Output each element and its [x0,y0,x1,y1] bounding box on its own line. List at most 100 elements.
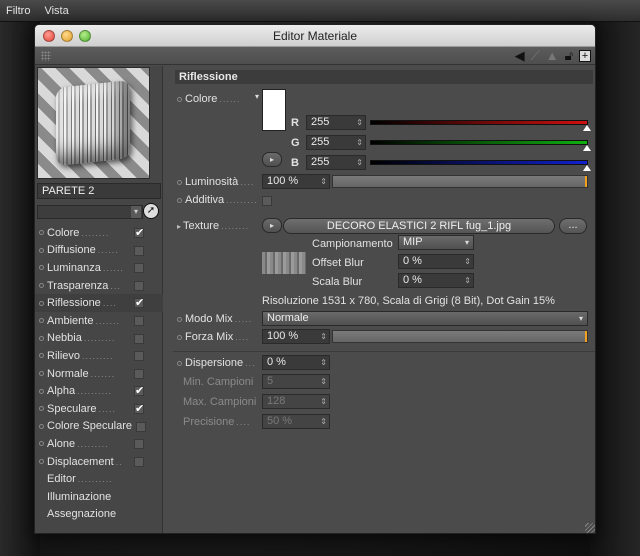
channel-checkbox[interactable]: ✔ [134,386,144,397]
mix-strength-input[interactable]: 100 % ⇕ [262,329,330,344]
blue-slider[interactable] [370,160,588,165]
texture-file-button[interactable]: DECORO ELASTICI 2 RIFL fug_1.jpg [283,218,555,234]
channel-item-alpha[interactable]: Alpha.......... ✔ [35,382,163,400]
channel-item-normale[interactable]: Normale....... [35,365,163,383]
dispersion-row: Dispersione... [177,357,256,369]
menu-filtro[interactable]: Filtro [6,5,30,17]
r-value: 255 [311,116,330,128]
channel-item-alone[interactable]: Alone......... [35,435,163,453]
slider-handle[interactable] [585,176,587,187]
scale-blur-input[interactable]: 0 % ⇕ [398,273,474,288]
red-slider[interactable] [370,120,588,125]
channel-checkbox[interactable] [134,439,144,450]
channel-checkbox[interactable] [134,263,144,274]
slider-handle-icon[interactable] [583,125,591,131]
channel-dot [39,388,44,394]
channel-checkbox[interactable] [134,245,144,256]
window-titlebar[interactable]: Editor Materiale [35,25,595,47]
texture-browse-button[interactable]: ... [559,218,587,234]
dispersion-input[interactable]: 0 % ⇕ [262,355,330,370]
channel-checkbox[interactable]: ✔ [134,298,144,309]
section-item-assegnazione[interactable]: Assegnazione [35,506,163,524]
spinner-icon[interactable]: ⇕ [464,274,471,287]
brightness-slider[interactable] [332,175,588,188]
spinner-icon[interactable]: ⇕ [356,156,363,169]
dot-leader: ... [110,280,121,291]
color-expand-button[interactable]: ▸ [262,152,282,167]
channel-item-speculare[interactable]: Speculare..... ✔ [35,400,163,418]
channel-item-diffusione[interactable]: Diffusione...... [35,242,163,260]
slider-handle-icon[interactable] [583,165,591,171]
max-samples-label: Max. Campioni [183,396,257,408]
arrow-diagonal-icon[interactable]: ⟋ [531,49,540,62]
color-menu-arrow-icon[interactable]: ▾ [255,92,259,101]
material-preview[interactable] [37,67,150,179]
channel-item-colore[interactable]: Colore........ ✔ [35,224,163,242]
channel-checkbox[interactable] [134,456,144,467]
expand-arrow-icon[interactable]: ▸ [177,222,181,231]
spinner-icon[interactable]: ⇕ [356,136,363,149]
offset-blur-input[interactable]: 0 % ⇕ [398,254,474,269]
mix-mode-label: Modo Mix [185,313,233,325]
channel-item-displacement[interactable]: Displacement.. [35,453,163,471]
channel-checkbox[interactable] [134,315,144,326]
dot-leader: ........ [81,227,110,238]
channel-item-luminanza[interactable]: Luminanza...... [35,259,163,277]
channel-checkbox[interactable] [134,351,144,362]
arrow-left-icon[interactable]: ◀ [515,49,525,62]
close-button[interactable] [43,30,55,42]
channel-checkbox[interactable]: ✔ [134,228,144,239]
window-controls [43,30,91,42]
mix-strength-slider[interactable] [332,330,588,343]
green-slider[interactable] [370,140,588,145]
sampling-dropdown[interactable]: MIP ▾ [398,235,474,250]
preview-dropdown[interactable]: ▾ [37,205,143,219]
channel-item-trasparenza[interactable]: Trasparenza... [35,277,163,295]
scale-blur-value: 0 % [403,274,422,286]
mix-mode-dropdown[interactable]: Normale ▾ [262,311,588,326]
channel-checkbox[interactable] [134,280,144,291]
dot-leader: ......... [82,350,114,361]
grip-icon[interactable] [41,51,51,61]
brightness-input[interactable]: 100 % ⇕ [262,174,330,189]
spinner-icon[interactable]: ⇕ [356,116,363,129]
b-input[interactable]: 255 ⇕ [306,155,366,170]
section-item-editor[interactable]: Editor.......... [35,470,163,488]
dispersion-label: Dispersione [185,357,244,369]
menu-vista[interactable]: Vista [44,5,68,17]
window-title: Editor Materiale [272,28,358,43]
channel-checkbox[interactable] [134,368,144,379]
spinner-icon[interactable]: ⇕ [320,356,327,369]
channel-checkbox[interactable] [134,333,144,344]
b-label: B [291,157,299,169]
reflection-panel: Riflessione Colore...... ▾ ▸ R 255 ⇕ G 25… [173,66,595,533]
additive-checkbox[interactable] [262,196,272,206]
minimize-button[interactable] [61,30,73,42]
texture-menu-button[interactable]: ▸ [262,218,282,233]
color-swatch[interactable] [262,89,286,131]
section-item-illuminazione[interactable]: Illuminazione [35,488,163,506]
r-input[interactable]: 255 ⇕ [306,115,366,130]
channel-label: Luminanza [47,261,101,274]
additive-row: Additiva......... [177,194,258,206]
channel-checkbox[interactable]: ✔ [134,403,144,414]
channel-checkbox[interactable] [136,421,146,432]
picker-arrow-icon[interactable]: ➚ [143,203,159,219]
channel-item-nebbia[interactable]: Nebbia......... [35,330,163,348]
channel-item-ambiente[interactable]: Ambiente....... [35,312,163,330]
maximize-button[interactable] [79,30,91,42]
resize-grip-icon[interactable] [585,523,595,533]
spinner-icon[interactable]: ⇕ [320,330,327,343]
new-window-icon[interactable]: + [579,49,591,62]
g-input[interactable]: 255 ⇕ [306,135,366,150]
spinner-icon[interactable]: ⇕ [320,175,327,188]
slider-handle[interactable] [585,331,587,342]
spinner-icon[interactable]: ⇕ [464,255,471,268]
material-name[interactable]: PARETE 2 [37,183,161,199]
channel-item-riflessione[interactable]: Riflessione.... ✔ [35,294,163,312]
lock-icon[interactable]: 🔓︎ [565,49,573,62]
channel-item-colore-speculare[interactable]: Colore Speculare [35,418,163,436]
slider-handle-icon[interactable] [583,145,591,151]
channel-item-rilievo[interactable]: Rilievo......... [35,347,163,365]
arrow-up-icon[interactable]: ▲ [546,49,559,62]
